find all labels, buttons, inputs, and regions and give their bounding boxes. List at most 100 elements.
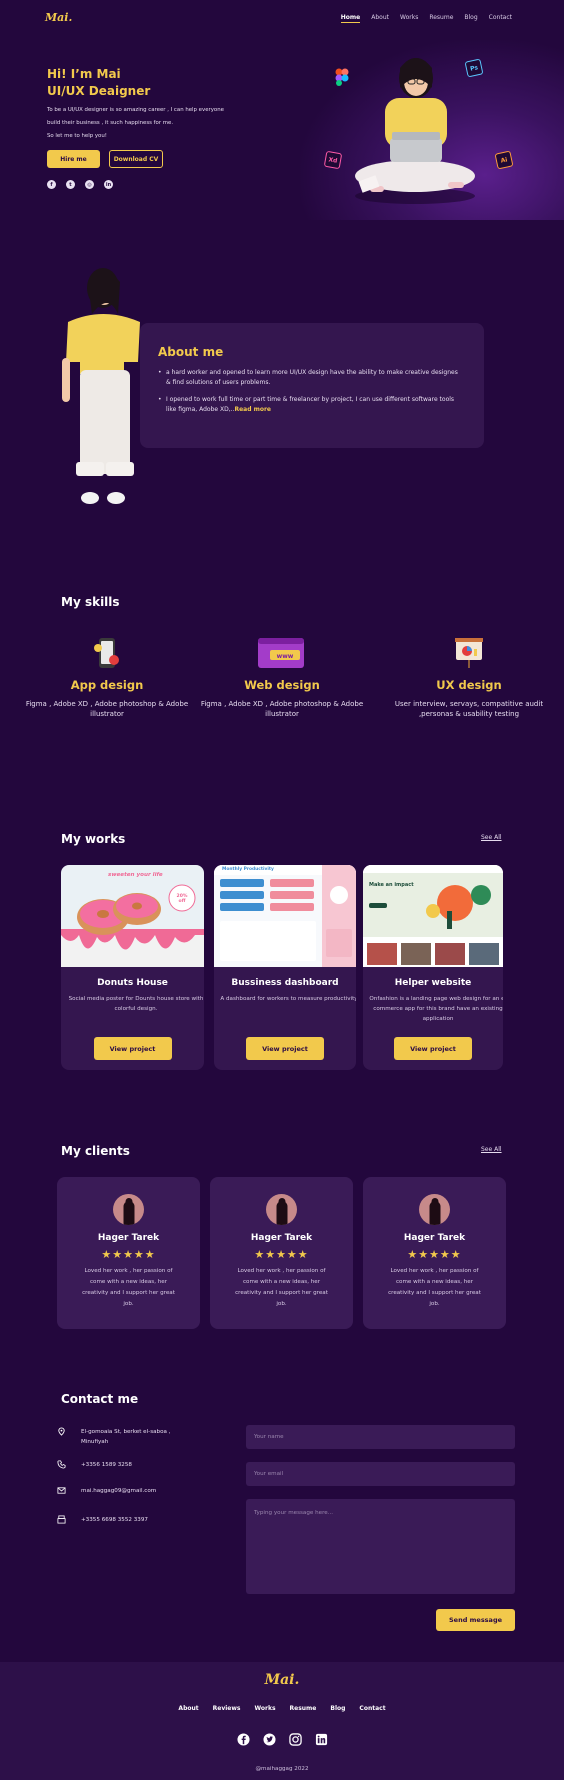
footer-nav-works[interactable]: Works xyxy=(254,1705,275,1712)
client-card: Hager Tarek ★★★★★ Loved her work , her p… xyxy=(57,1177,200,1329)
contact-fax: +3355 6698 3552 3397 xyxy=(57,1515,148,1525)
work-desc: Onfashion is a landing page web design f… xyxy=(369,996,503,1022)
xd-icon: Xd xyxy=(323,150,343,170)
skill-title: UX design xyxy=(436,678,502,692)
work-image-helper: Make an impact xyxy=(363,865,503,967)
nav-about[interactable]: About xyxy=(371,14,389,23)
linkedin-icon[interactable]: in xyxy=(104,180,113,189)
download-cv-button[interactable]: Download CV xyxy=(109,150,163,168)
twitter-icon[interactable] xyxy=(262,1733,276,1746)
mail-icon xyxy=(57,1487,66,1494)
fax-text: +3355 6698 3552 3397 xyxy=(81,1517,148,1523)
hero-socials: f t ◎ in xyxy=(47,180,113,189)
nav-home[interactable]: Home xyxy=(340,14,361,23)
phone-icon xyxy=(90,636,124,670)
nav-contact[interactable]: Contact xyxy=(489,14,512,23)
works-see-all-link[interactable]: See All xyxy=(481,834,502,841)
linkedin-icon[interactable] xyxy=(315,1733,328,1746)
twitter-icon[interactable]: t xyxy=(66,180,75,189)
facebook-icon[interactable] xyxy=(236,1733,250,1746)
footer-nav-resume[interactable]: Resume xyxy=(290,1705,317,1712)
phone-text: +3356 1589 3258 xyxy=(81,1462,132,1468)
read-more-link[interactable]: Read more xyxy=(234,406,271,413)
client-name: Hager Tarek xyxy=(250,1233,313,1243)
about-title: About me xyxy=(158,345,224,359)
email-input[interactable]: Your email xyxy=(246,1462,515,1486)
message-textarea[interactable]: Typing your message here... xyxy=(246,1499,515,1594)
avatar xyxy=(113,1194,144,1225)
clients-see-all-link[interactable]: See All xyxy=(481,1146,502,1153)
skill-desc: Figma , Adobe XD , Adobe photoshop & Ado… xyxy=(200,700,364,718)
about-item-text: a hard worker and opened to learn more U… xyxy=(166,369,458,386)
view-project-button[interactable]: View project xyxy=(246,1037,324,1060)
donuts-image-badge: 20% off xyxy=(176,894,188,904)
skill-title: App design xyxy=(70,678,144,692)
facebook-icon[interactable]: f xyxy=(47,180,56,189)
footer-nav-about[interactable]: About xyxy=(178,1705,198,1712)
footer-nav-reviews[interactable]: Reviews xyxy=(213,1705,241,1712)
address-line1: El-gomoaia St, berket el-saboa , xyxy=(81,1429,171,1435)
top-nav: Home About Works Resume Blog Contact xyxy=(340,14,512,23)
skill-ux-design: UX design User interview, servays, compa… xyxy=(384,636,554,719)
work-card-helper: Make an impact Helper website Onfashion … xyxy=(363,865,503,1070)
send-message-button[interactable]: Send message xyxy=(436,1609,515,1631)
skill-title: Web design xyxy=(244,678,320,692)
about-item-text: I opened to work full time or part time … xyxy=(166,396,455,413)
phone-icon xyxy=(57,1460,66,1469)
svg-text:www: www xyxy=(277,653,294,660)
illustrator-icon: Ai xyxy=(494,150,514,170)
figma-icon xyxy=(335,68,349,86)
clients-title: My clients xyxy=(61,1144,130,1158)
work-desc: A dashboard for workers to measure produ… xyxy=(220,996,356,1002)
dashboard-image-text: Monthly Productivity xyxy=(222,867,274,872)
hero-title: Hi! I’m Mai UI/UX Deaigner xyxy=(47,66,150,100)
contact-title: Contact me xyxy=(61,1392,139,1406)
work-card-donuts: sweeten your life 20% off Donuts House S… xyxy=(61,865,204,1070)
client-card: Hager Tarek ★★★★★ Loved her work , her p… xyxy=(363,1177,506,1329)
instagram-icon[interactable]: ◎ xyxy=(85,180,94,189)
hero-text-line3: So let me to help you! xyxy=(47,133,107,139)
location-icon xyxy=(58,1427,65,1436)
hire-me-button[interactable]: Hire me xyxy=(47,150,100,168)
logo[interactable]: Mai. xyxy=(45,11,72,24)
work-title: Helper website xyxy=(394,978,472,988)
hero-title-line2: UI/UX Deaigner xyxy=(47,84,151,98)
instagram-icon[interactable] xyxy=(288,1733,302,1746)
work-desc: Social media poster for Dounts house sto… xyxy=(68,996,204,1012)
client-review: Loved her work , her passion of come wit… xyxy=(82,1268,175,1307)
work-image-dashboard: Monthly Productivity xyxy=(214,865,356,967)
footer-nav: About Reviews Works Resume Blog Contact xyxy=(0,1705,564,1712)
footer-nav-contact[interactable]: Contact xyxy=(359,1705,385,1712)
nav-blog[interactable]: Blog xyxy=(464,14,477,23)
client-card: Hager Tarek ★★★★★ Loved her work , her p… xyxy=(210,1177,353,1329)
hero-text-line1: To be a UI/UX designer is so amazing car… xyxy=(47,107,224,113)
hero-title-line1: Hi! I’m Mai xyxy=(47,67,121,81)
work-image-donuts: sweeten your life 20% off xyxy=(61,865,204,967)
work-title: Bussiness dashboard xyxy=(231,978,339,988)
skills-title: My skills xyxy=(61,595,120,609)
star-rating-icon: ★★★★★ xyxy=(254,1248,309,1261)
name-input[interactable]: Your name xyxy=(246,1425,515,1449)
star-rating-icon: ★★★★★ xyxy=(407,1248,462,1261)
skill-web-design: www Web design Figma , Adobe XD , Adobe … xyxy=(197,636,367,719)
client-review: Loved her work , her passion of come wit… xyxy=(235,1268,328,1307)
footer-nav-blog[interactable]: Blog xyxy=(330,1705,345,1712)
nav-resume[interactable]: Resume xyxy=(429,14,453,23)
nav-works[interactable]: Works xyxy=(400,14,418,23)
address-text: El-gomoaia St, berket el-saboa , Minufiy… xyxy=(81,1427,171,1447)
browser-icon: www xyxy=(256,636,308,670)
work-card-dashboard: Monthly Productivity Bussiness dashboard… xyxy=(214,865,356,1070)
presentation-chart-icon xyxy=(452,636,486,670)
view-project-button[interactable]: View project xyxy=(394,1037,472,1060)
footer-socials xyxy=(0,1733,564,1746)
view-project-button[interactable]: View project xyxy=(93,1037,172,1060)
about-list: a hard worker and opened to learn more U… xyxy=(158,368,458,422)
works-title: My works xyxy=(61,832,126,846)
skill-app-design: App design Figma , Adobe XD , Adobe phot… xyxy=(22,636,192,719)
about-item: a hard worker and opened to learn more U… xyxy=(158,368,458,388)
copyright: @maihaggag 2022 xyxy=(255,1766,309,1772)
skill-desc: Figma , Adobe XD , Adobe photoshop & Ado… xyxy=(25,700,189,718)
hero-text-line2: build their business , it such happiness… xyxy=(47,120,174,126)
photoshop-icon: Ps xyxy=(464,58,484,78)
footer-logo[interactable]: Mai. xyxy=(0,1672,564,1688)
